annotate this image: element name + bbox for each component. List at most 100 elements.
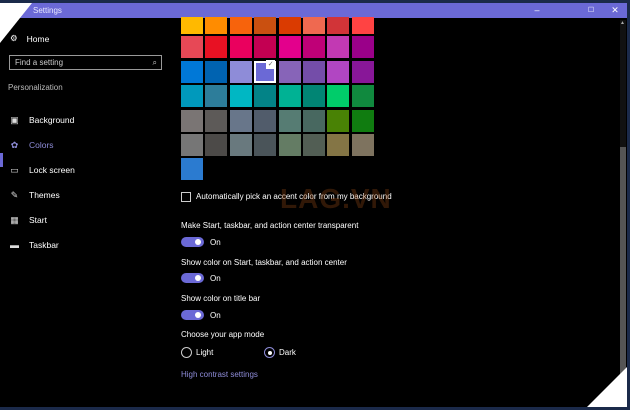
color-swatch[interactable] [278, 60, 301, 83]
color-swatch[interactable] [181, 60, 203, 83]
color-swatch[interactable] [278, 85, 301, 108]
scrollbar[interactable]: ▲ [620, 20, 626, 400]
color-swatch[interactable] [205, 60, 228, 83]
color-swatch[interactable] [205, 134, 228, 156]
sidebar-item-lock-screen[interactable]: ▭ Lock screen [10, 163, 75, 177]
sidebar-item-label: Lock screen [29, 165, 75, 175]
color-swatch[interactable] [351, 60, 374, 83]
color-swatch[interactable] [327, 109, 350, 132]
title-bar: Settings – ☐ ✕ [0, 3, 627, 18]
color-swatch[interactable] [254, 17, 277, 34]
color-swatch[interactable] [303, 17, 325, 34]
scrollbar-thumb[interactable] [620, 147, 626, 377]
color-swatch[interactable] [351, 109, 374, 132]
app-mode-label: Choose your app mode [181, 330, 265, 339]
show-start-toggle[interactable] [181, 273, 204, 283]
transparent-state: On [210, 238, 221, 247]
color-swatch[interactable] [278, 109, 301, 132]
sidebar-item-label: Colors [29, 140, 54, 150]
color-swatch[interactable] [278, 134, 301, 156]
sidebar-item-background[interactable]: ▣ Background [10, 113, 74, 127]
lock-screen-icon: ▭ [10, 164, 19, 175]
sidebar-item-label: Themes [29, 190, 60, 200]
color-swatch[interactable] [254, 36, 277, 59]
color-swatch[interactable] [351, 85, 374, 108]
show-title-toggle[interactable] [181, 310, 204, 320]
color-swatch[interactable] [327, 85, 350, 108]
image-icon: ▣ [10, 114, 19, 125]
sidebar-item-taskbar[interactable]: ▬ Taskbar [10, 238, 59, 252]
active-indicator [0, 153, 3, 167]
color-swatch[interactable] [327, 17, 350, 34]
window-title: Settings [33, 6, 62, 15]
show-start-state: On [210, 274, 221, 283]
auto-pick-checkbox[interactable] [181, 192, 191, 202]
window-corner [0, 3, 32, 43]
color-swatch[interactable] [254, 109, 277, 132]
color-swatch[interactable] [351, 17, 374, 34]
color-swatch[interactable] [181, 158, 203, 181]
dark-radio[interactable] [264, 347, 275, 358]
search-placeholder: Find a setting [15, 58, 64, 67]
color-swatch[interactable] [327, 60, 350, 83]
color-swatch[interactable] [303, 36, 325, 59]
sidebar-item-label: Taskbar [29, 240, 59, 250]
sidebar-item-start[interactable]: ▦ Start [10, 213, 47, 227]
dark-label: Dark [279, 348, 296, 357]
color-swatch[interactable] [181, 134, 203, 156]
color-swatch[interactable] [205, 36, 228, 59]
start-icon: ▦ [10, 214, 19, 225]
color-swatch[interactable] [303, 134, 325, 156]
sidebar-item-label: Start [29, 215, 47, 225]
light-radio[interactable] [181, 347, 192, 358]
color-swatch[interactable] [278, 17, 301, 34]
taskbar-icon: ▬ [10, 240, 19, 250]
color-swatch[interactable] [327, 36, 350, 59]
palette-icon: ✿ [10, 139, 19, 150]
color-swatch[interactable] [303, 109, 325, 132]
close-button[interactable]: ✕ [603, 3, 627, 18]
watermark-logo: LAG.VN [280, 183, 392, 214]
high-contrast-link[interactable]: High contrast settings [181, 370, 258, 379]
color-swatch[interactable] [205, 85, 228, 108]
window-corner [587, 367, 627, 407]
color-swatch[interactable] [229, 85, 252, 108]
show-title-state: On [210, 311, 221, 320]
color-swatch[interactable] [229, 134, 252, 156]
color-swatch[interactable] [181, 85, 203, 108]
themes-icon: ✎ [10, 189, 19, 200]
search-icon[interactable]: ⌕ [153, 56, 157, 69]
color-swatch[interactable] [351, 36, 374, 59]
color-swatch[interactable] [303, 60, 325, 83]
color-swatch[interactable] [229, 60, 252, 83]
minimize-button[interactable]: – [525, 3, 549, 18]
maximize-button[interactable]: ☐ [579, 3, 603, 18]
transparent-toggle[interactable] [181, 237, 204, 247]
scroll-up-icon[interactable]: ▲ [620, 20, 625, 26]
show-title-label: Show color on title bar [181, 294, 261, 303]
color-swatch[interactable] [303, 85, 325, 108]
light-label: Light [196, 348, 214, 357]
sidebar-item-themes[interactable]: ✎ Themes [10, 188, 60, 202]
color-swatch[interactable] [205, 17, 228, 34]
color-swatch[interactable] [254, 85, 277, 108]
color-swatch[interactable] [351, 134, 374, 156]
color-swatch[interactable] [229, 109, 252, 132]
sidebar-item-label: Background [29, 115, 75, 125]
color-swatch[interactable] [327, 134, 350, 156]
transparent-label: Make Start, taskbar, and action center t… [181, 221, 359, 230]
color-swatch[interactable] [254, 134, 277, 156]
color-swatch[interactable] [205, 109, 228, 132]
settings-window: Settings – ☐ ✕ ⚙ Home Find a setting ⌕ P… [0, 3, 627, 407]
color-swatch[interactable] [181, 36, 203, 59]
color-swatch[interactable] [254, 59, 277, 83]
color-swatch[interactable] [229, 36, 252, 59]
sidebar-item-colors[interactable]: ✿ Colors [10, 138, 54, 152]
color-swatch[interactable] [278, 36, 301, 59]
color-swatch[interactable] [181, 17, 203, 34]
search-input[interactable]: Find a setting ⌕ [9, 55, 162, 70]
color-swatch[interactable] [181, 109, 203, 132]
show-start-label: Show color on Start, taskbar, and action… [181, 258, 347, 267]
color-swatch[interactable] [229, 17, 252, 34]
section-heading: Personalization [8, 83, 63, 92]
